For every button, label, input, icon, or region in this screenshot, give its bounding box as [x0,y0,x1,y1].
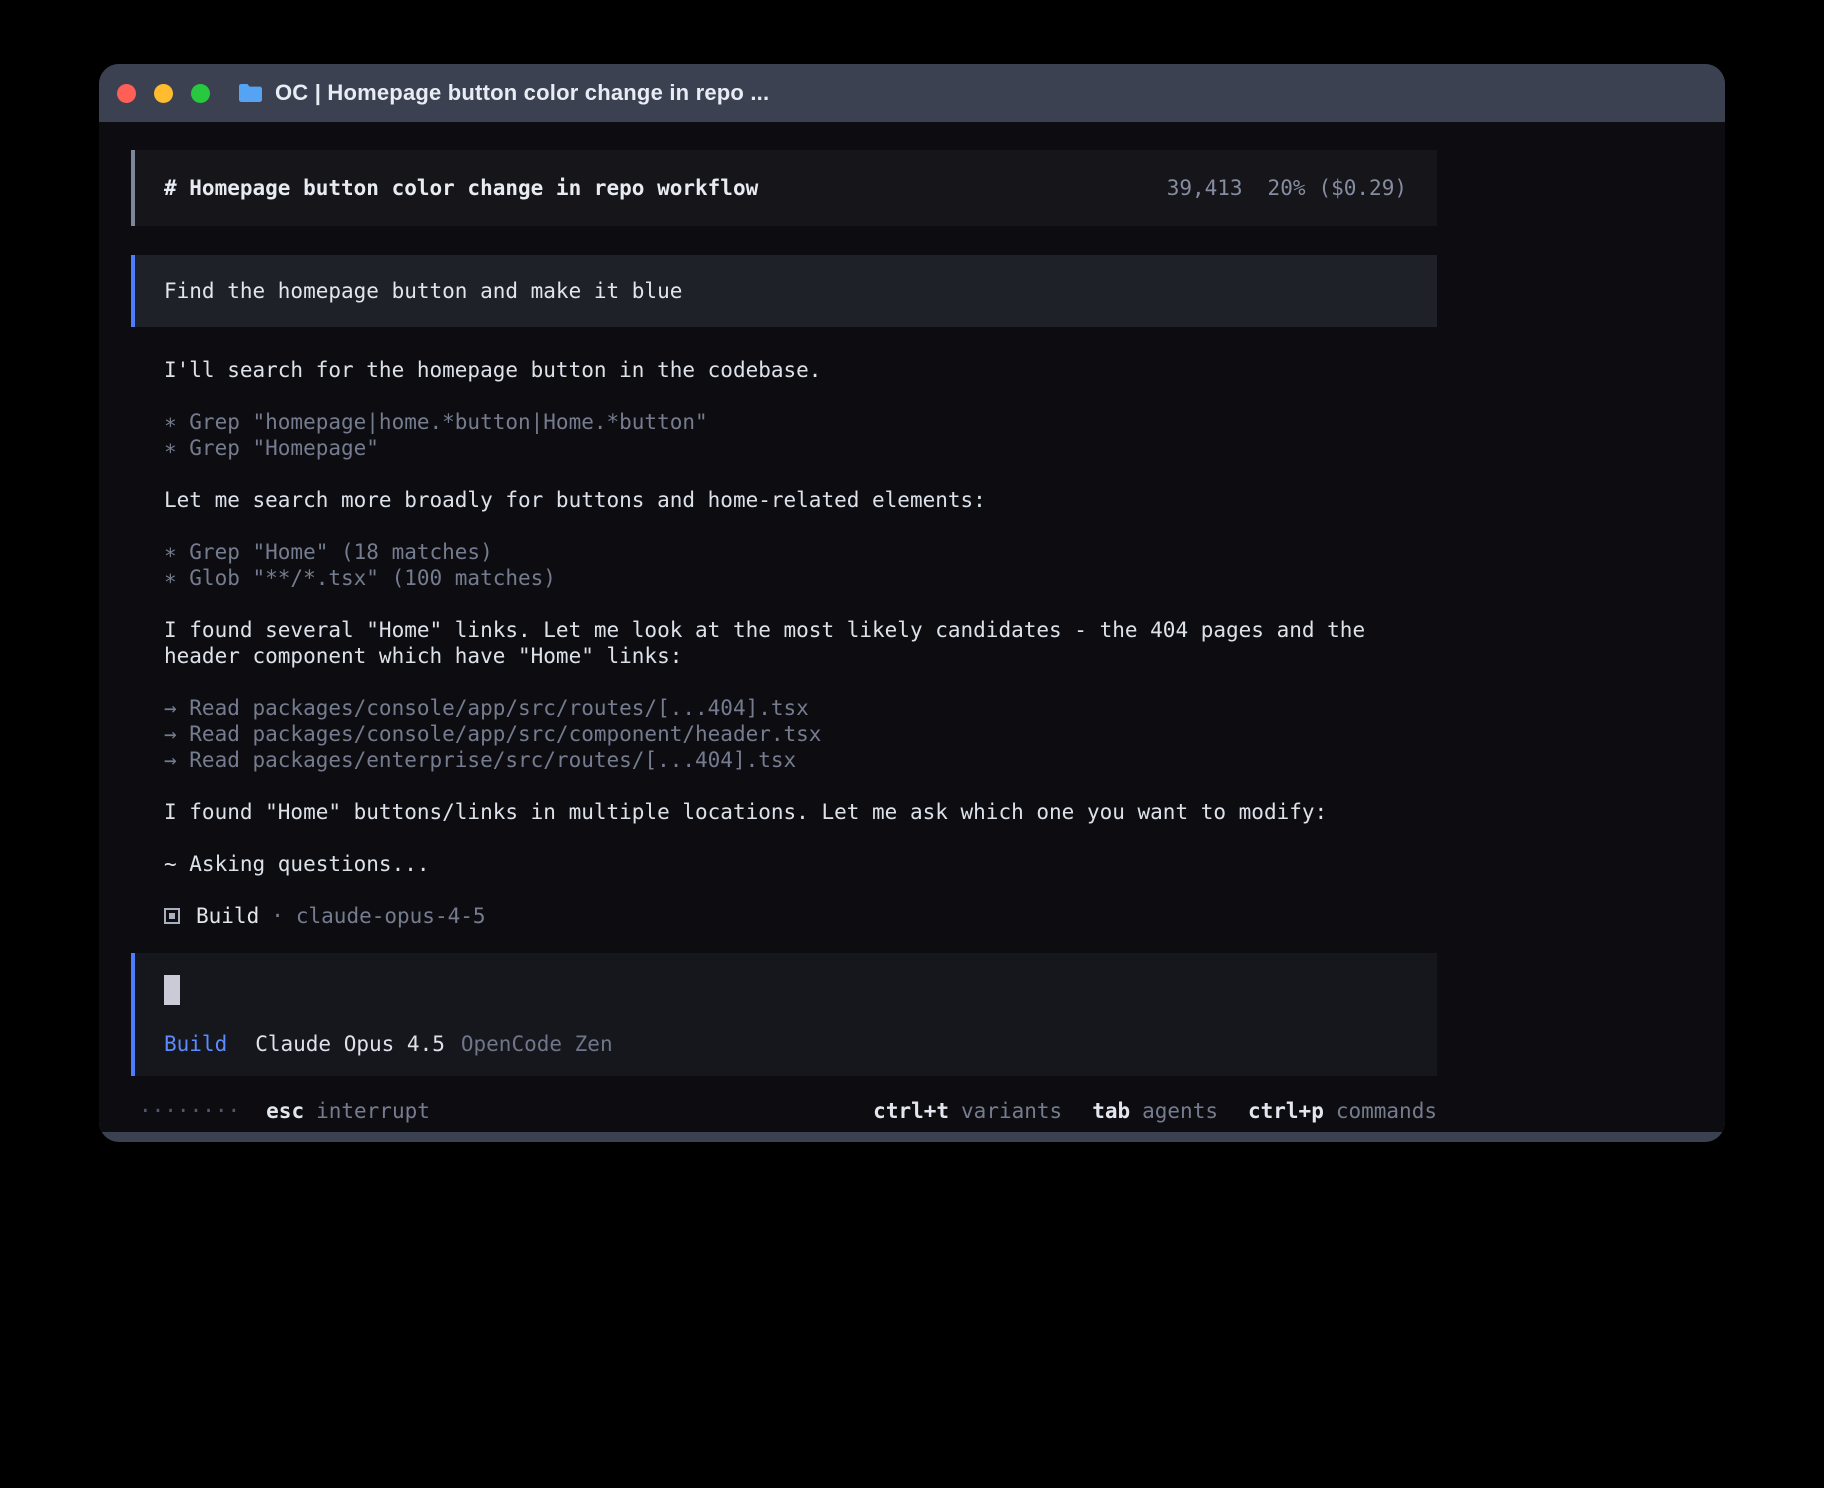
user-message: Find the homepage button and make it blu… [131,255,1437,327]
session-title: # Homepage button color change in repo w… [164,176,758,200]
tool-call-glob: ∗ Glob "**/*.tsx" (100 matches) [164,565,1411,591]
assistant-message: Let me search more broadly for buttons a… [164,487,1404,513]
agent-separator: · [271,903,284,929]
tool-call-read: → Read packages/enterprise/src/routes/[.… [164,747,1411,773]
assistant-message: I found "Home" buttons/links in multiple… [164,799,1404,825]
shortcut-key: ctrl+t [873,1099,949,1123]
text-cursor [164,975,180,1005]
context-percent: 20% [1268,176,1306,200]
shortcut-key: esc [266,1099,304,1123]
tool-call-grep: ∗ Grep "Homepage" [164,435,1411,461]
agent-build-icon [164,908,180,924]
tool-call-group: → Read packages/console/app/src/routes/[… [164,695,1411,773]
transcript: I'll search for the homepage button in t… [131,357,1411,929]
folder-icon [238,83,263,103]
agent-name: Build [196,903,259,929]
traffic-lights [117,84,210,103]
session-stats: 39,413 20% ($0.29) [1167,176,1407,200]
zoom-button[interactable] [191,84,210,103]
shortcut-label: commands [1336,1099,1437,1123]
assistant-message: I'll search for the homepage button in t… [164,357,1404,383]
activity-dots: ········ [139,1098,240,1124]
shortcut-label: agents [1142,1099,1218,1123]
tool-call-grep: ∗ Grep "Home" (18 matches) [164,539,1411,565]
model-provider: OpenCode Zen [461,1032,613,1056]
tool-call-read: → Read packages/console/app/src/componen… [164,721,1411,747]
tool-call-grep: ∗ Grep "homepage|home.*button|Home.*butt… [164,409,1411,435]
shortcut-key: ctrl+p [1248,1099,1324,1123]
terminal-window: OC | Homepage button color change in rep… [99,64,1725,1142]
shortcut-label: interrupt [316,1099,430,1123]
token-count: 39,413 [1167,176,1243,200]
shortcut-key: tab [1092,1099,1130,1123]
model-row: Build Claude Opus 4.5 OpenCode Zen [164,1032,1409,1056]
tool-call-group: ∗ Grep "homepage|home.*button|Home.*butt… [164,409,1411,461]
shortcut-hints: ctrl+t variants tab agents ctrl+p commands [843,1098,1437,1124]
minimize-button[interactable] [154,84,173,103]
shortcut-label: variants [961,1099,1062,1123]
agent-mode-label[interactable]: Build [164,1032,227,1056]
terminal-body: # Homepage button color change in repo w… [99,122,1725,1132]
prompt-input[interactable]: Build Claude Opus 4.5 OpenCode Zen [131,953,1437,1076]
assistant-message: I found several "Home" links. Let me loo… [164,617,1404,669]
shortcut-interrupt: esc interrupt [266,1098,430,1124]
window-title: OC | Homepage button color change in rep… [275,80,769,106]
shortcut-variants: ctrl+t variants [873,1098,1062,1124]
session-header: # Homepage button color change in repo w… [131,150,1437,226]
status-bar: ········ esc interrupt ctrl+t variants tab… [131,1098,1437,1124]
agent-model: claude-opus-4-5 [296,903,486,929]
model-name[interactable]: Claude Opus 4.5 [255,1032,445,1056]
shortcut-commands: ctrl+p commands [1248,1098,1437,1124]
session-cost: ($0.29) [1318,176,1407,200]
tool-call-group: ∗ Grep "Home" (18 matches) ∗ Glob "**/*.… [164,539,1411,591]
tool-call-read: → Read packages/console/app/src/routes/[… [164,695,1411,721]
assistant-status: ~ Asking questions... [164,851,1404,877]
titlebar: OC | Homepage button color change in rep… [99,64,1725,122]
agent-status-row: Build · claude-opus-4-5 [164,903,1411,929]
user-message-text: Find the homepage button and make it blu… [164,279,682,303]
shortcut-agents: tab agents [1092,1098,1218,1124]
status-bar-left: ········ esc interrupt [139,1098,430,1124]
close-button[interactable] [117,84,136,103]
